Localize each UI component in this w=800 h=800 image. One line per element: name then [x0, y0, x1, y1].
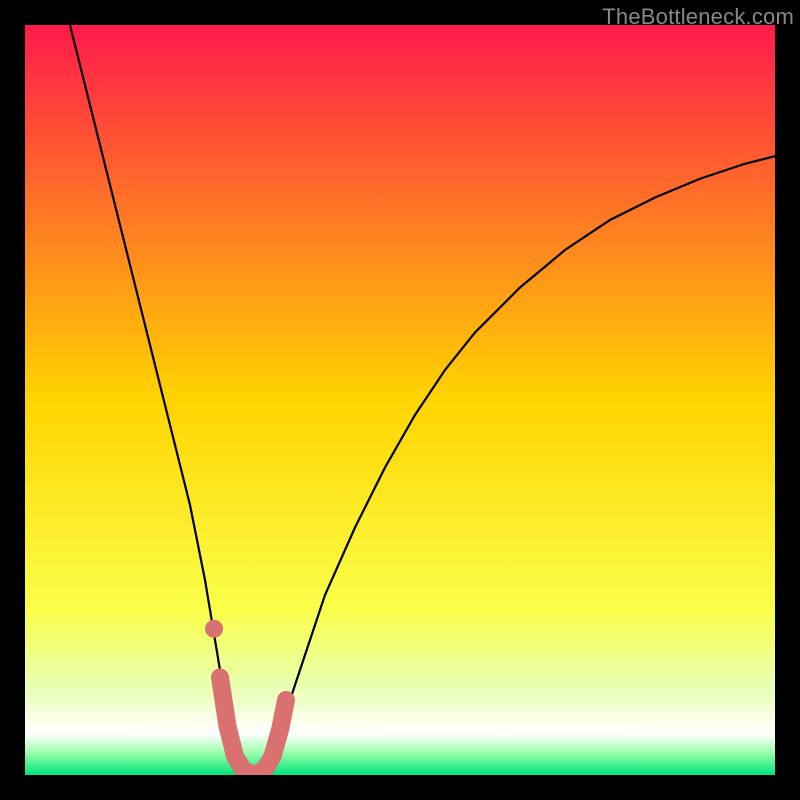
chart-frame: [25, 25, 775, 775]
gradient-background: [25, 25, 775, 775]
sweet-spot-dot: [205, 620, 223, 638]
watermark-text: TheBottleneck.com: [602, 4, 794, 30]
bottleneck-chart: [25, 25, 775, 775]
